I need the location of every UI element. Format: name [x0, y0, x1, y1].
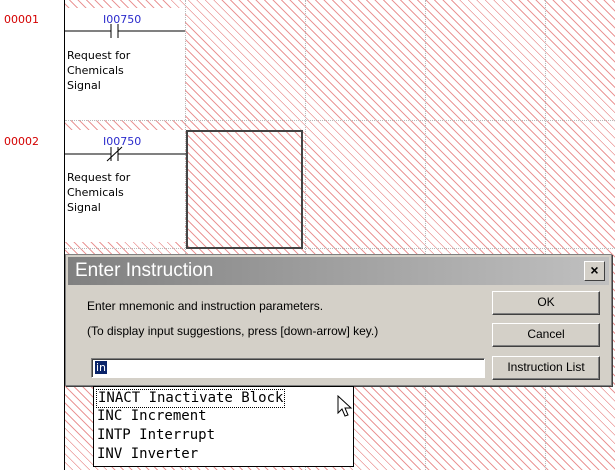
mouse-pointer-icon — [337, 395, 353, 417]
dialog-titlebar[interactable]: Enter Instruction × — [68, 257, 609, 285]
ok-button[interactable]: OK — [492, 291, 600, 315]
suggestion-item[interactable]: INC Increment — [97, 408, 207, 425]
nc-contact-icon[interactable] — [65, 146, 187, 162]
suggestion-item[interactable]: INACT Inactivate Block — [96, 389, 286, 408]
left-power-rail — [64, 0, 65, 470]
suggestion-item[interactable]: INTP Interrupt — [97, 427, 215, 444]
suggestion-hint: (To display input suggestions, press [do… — [87, 324, 379, 338]
close-button[interactable]: × — [584, 261, 605, 281]
instruction-prompt: Enter mnemonic and instruction parameter… — [87, 299, 324, 313]
no-contact-icon[interactable] — [65, 24, 185, 38]
cancel-button[interactable]: Cancel — [492, 323, 600, 347]
instruction-list-button[interactable]: Instruction List — [492, 356, 600, 380]
suggestion-item[interactable]: INV Inverter — [97, 446, 198, 463]
contact-comment: Request for Chemicals Signal — [67, 49, 131, 92]
rung-divider — [65, 120, 615, 121]
mnemonic-input[interactable]: in — [91, 358, 485, 378]
mnemonic-input-value: in — [95, 361, 108, 374]
grid-col — [425, 0, 426, 470]
enter-instruction-dialog: Enter Instruction × Enter mnemonic and i… — [65, 254, 612, 386]
grid-col — [545, 0, 546, 470]
rung-number: 00002 — [4, 135, 39, 148]
dialog-title: Enter Instruction — [75, 260, 214, 281]
close-icon: × — [590, 262, 599, 278]
rung-divider — [65, 248, 615, 249]
suggestion-list[interactable]: INACT Inactivate Block INC Increment INT… — [93, 386, 354, 467]
instruction-cursor-box[interactable] — [186, 130, 303, 249]
contact-comment: Request for Chemicals Signal — [67, 171, 131, 214]
rung-number: 00001 — [4, 13, 39, 26]
